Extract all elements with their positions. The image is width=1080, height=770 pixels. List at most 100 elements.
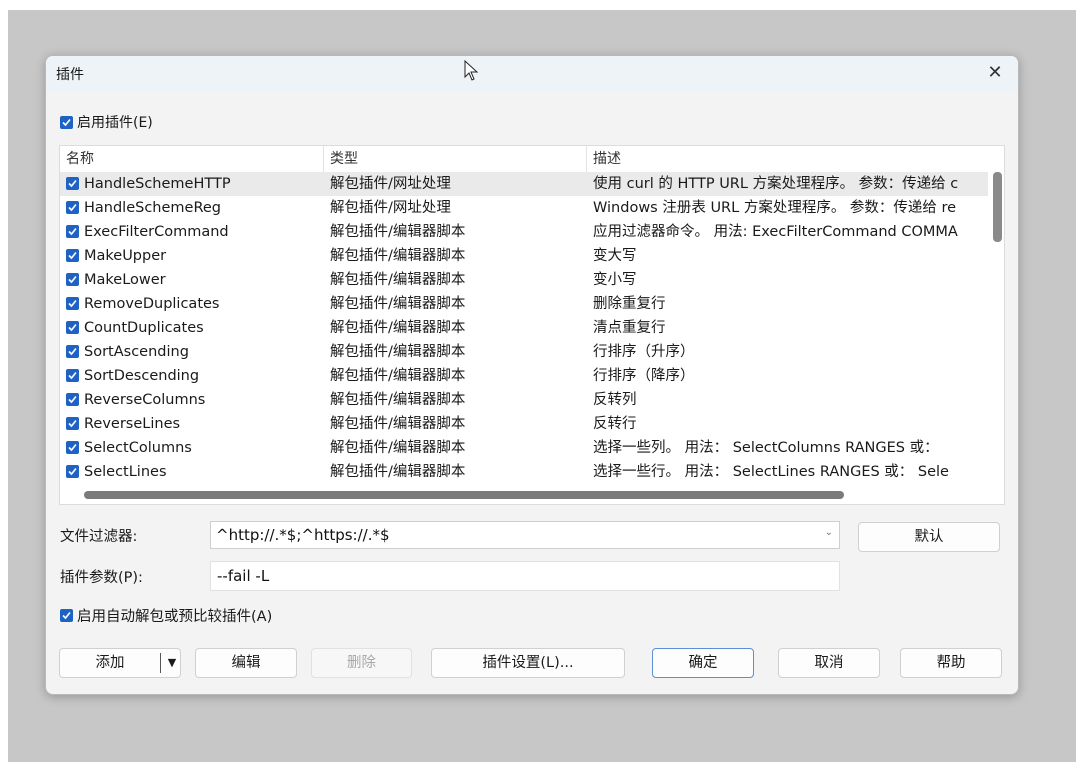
cancel-button[interactable]: 取消 bbox=[778, 648, 880, 678]
plugin-name-cell[interactable]: MakeLower bbox=[66, 268, 322, 292]
plugin-name-cell[interactable]: HandleSchemeReg bbox=[66, 196, 322, 220]
list-item[interactable]: CountDuplicates 解包插件/编辑器脚本 清点重复行 bbox=[60, 316, 988, 340]
plugin-type: 解包插件/编辑器脚本 bbox=[330, 224, 466, 240]
plugin-description: 变大写 bbox=[593, 248, 637, 264]
title-bar: 插件 ✕ bbox=[46, 56, 1018, 92]
plugin-list[interactable]: 名称 类型 描述 HandleSchemeHTTP 解包插件/网址处理 使用 cur… bbox=[59, 145, 1005, 505]
split-divider bbox=[160, 653, 161, 673]
plugin-description: 变小写 bbox=[593, 272, 637, 288]
file-filter-combobox[interactable]: ^http://.*$;^https://.*$ ⌄ bbox=[210, 521, 840, 549]
plugin-name-cell[interactable]: MakeUpper bbox=[66, 244, 322, 268]
vertical-scroll-thumb[interactable] bbox=[993, 172, 1002, 242]
checkbox-checked-icon[interactable] bbox=[66, 224, 79, 238]
plugin-name: HandleSchemeHTTP bbox=[84, 176, 231, 192]
list-item[interactable]: RemoveDuplicates 解包插件/编辑器脚本 删除重复行 bbox=[60, 292, 988, 316]
list-item[interactable]: ReverseColumns 解包插件/编辑器脚本 反转列 bbox=[60, 388, 988, 412]
checkbox-checked-icon[interactable] bbox=[60, 115, 73, 129]
dialog-title: 插件 bbox=[56, 67, 84, 83]
checkbox-checked-icon[interactable] bbox=[66, 272, 79, 286]
list-item[interactable]: MakeUpper 解包插件/编辑器脚本 变大写 bbox=[60, 244, 988, 268]
list-item[interactable]: ReverseLines 解包插件/编辑器脚本 反转行 bbox=[60, 412, 988, 436]
checkbox-checked-icon[interactable] bbox=[60, 609, 73, 622]
checkbox-checked-icon[interactable] bbox=[66, 320, 79, 334]
plugin-description: 应用过滤器命令。 用法: ExecFilterCommand COMMA bbox=[593, 224, 958, 240]
plugin-description: 清点重复行 bbox=[593, 320, 666, 336]
plugin-name: RemoveDuplicates bbox=[84, 296, 220, 312]
list-item[interactable]: ExecFilterCommand 解包插件/编辑器脚本 应用过滤器命令。 用法: … bbox=[60, 220, 988, 244]
plugin-type: 解包插件/编辑器脚本 bbox=[330, 392, 466, 408]
plugin-description: 行排序（升序） bbox=[593, 344, 695, 360]
column-header-name[interactable]: 名称 bbox=[60, 146, 324, 172]
help-button[interactable]: 帮助 bbox=[900, 648, 1002, 678]
plugin-name-cell[interactable]: HandleSchemeHTTP bbox=[66, 172, 322, 196]
column-header-type[interactable]: 类型 bbox=[324, 146, 587, 172]
list-item[interactable]: SortAscending 解包插件/编辑器脚本 行排序（升序） bbox=[60, 340, 988, 364]
file-filter-value[interactable]: ^http://.*$;^https://.*$ bbox=[216, 526, 390, 544]
checkbox-checked-icon[interactable] bbox=[66, 176, 79, 190]
plugin-type: 解包插件/编辑器脚本 bbox=[330, 440, 466, 456]
plugin-name: ReverseColumns bbox=[84, 392, 206, 408]
delete-button[interactable]: 删除 bbox=[311, 648, 412, 678]
column-header-description[interactable]: 描述 bbox=[587, 146, 988, 172]
add-split-button[interactable]: 添加 ▼ bbox=[59, 648, 181, 678]
checkbox-checked-icon[interactable] bbox=[66, 440, 79, 454]
file-filter-label: 文件过滤器: bbox=[60, 529, 138, 545]
dropdown-arrow-icon[interactable]: ▼ bbox=[163, 649, 181, 677]
checkbox-checked-icon[interactable] bbox=[66, 248, 79, 262]
auto-unpack-checkbox[interactable]: 启用自动解包或预比较插件(A) bbox=[60, 605, 272, 626]
plugin-name-cell[interactable]: SortAscending bbox=[66, 340, 322, 364]
chevron-down-icon[interactable]: ⌄ bbox=[825, 527, 833, 538]
list-item[interactable]: SelectColumns 解包插件/编辑器脚本 选择一些列。 用法： Select… bbox=[60, 436, 988, 460]
plugin-name-cell[interactable]: SortDescending bbox=[66, 364, 322, 388]
close-icon[interactable]: ✕ bbox=[984, 62, 1006, 84]
list-item[interactable]: SelectLines 解包插件/编辑器脚本 选择一些行。 用法： SelectLi… bbox=[60, 460, 988, 484]
plugin-name-cell[interactable]: ReverseLines bbox=[66, 412, 322, 436]
horizontal-scrollbar[interactable] bbox=[60, 486, 988, 504]
checkbox-checked-icon[interactable] bbox=[66, 416, 79, 430]
plugin-type: 解包插件/网址处理 bbox=[330, 176, 451, 192]
plugins-dialog: 插件 ✕ 启用插件(E) 名称 类型 描述 HandleSchemeHTTP 解包… bbox=[45, 55, 1019, 695]
list-item[interactable]: HandleSchemeHTTP 解包插件/网址处理 使用 curl 的 HTTP … bbox=[60, 172, 988, 196]
checkbox-checked-icon[interactable] bbox=[66, 296, 79, 310]
plugin-description: 选择一些列。 用法： SelectColumns RANGES 或： bbox=[593, 440, 939, 456]
plugin-name-cell[interactable]: SelectLines bbox=[66, 460, 322, 484]
enable-plugins-label: 启用插件(E) bbox=[77, 115, 153, 131]
checkbox-checked-icon[interactable] bbox=[66, 368, 79, 382]
edit-button[interactable]: 编辑 bbox=[195, 648, 297, 678]
auto-unpack-label: 启用自动解包或预比较插件(A) bbox=[77, 609, 273, 625]
plugin-name-cell[interactable]: RemoveDuplicates bbox=[66, 292, 322, 316]
plugin-name-cell[interactable]: SelectColumns bbox=[66, 436, 322, 460]
plugin-description: 删除重复行 bbox=[593, 296, 666, 312]
plugin-type: 解包插件/编辑器脚本 bbox=[330, 320, 466, 336]
default-button[interactable]: 默认 bbox=[858, 522, 1000, 552]
list-item[interactable]: MakeLower 解包插件/编辑器脚本 变小写 bbox=[60, 268, 988, 292]
plugin-settings-button[interactable]: 插件设置(L)... bbox=[431, 648, 625, 678]
plugin-type: 解包插件/编辑器脚本 bbox=[330, 464, 466, 480]
ok-button[interactable]: 确定 bbox=[652, 648, 754, 678]
enable-plugins-checkbox[interactable]: 启用插件(E) bbox=[60, 112, 153, 132]
plugin-type: 解包插件/编辑器脚本 bbox=[330, 248, 466, 264]
list-item[interactable]: HandleSchemeReg 解包插件/网址处理 Windows 注册表 URL … bbox=[60, 196, 988, 220]
plugin-name: ExecFilterCommand bbox=[84, 224, 229, 240]
plugin-name: HandleSchemeReg bbox=[84, 200, 222, 216]
list-item[interactable]: SortDescending 解包插件/编辑器脚本 行排序（降序） bbox=[60, 364, 988, 388]
plugin-description: 使用 curl 的 HTTP URL 方案处理程序。 参数：传递给 c bbox=[593, 176, 959, 192]
plugin-type: 解包插件/编辑器脚本 bbox=[330, 416, 466, 432]
plugin-name-cell[interactable]: ExecFilterCommand bbox=[66, 220, 322, 244]
checkbox-checked-icon[interactable] bbox=[66, 344, 79, 358]
plugin-name-cell[interactable]: ReverseColumns bbox=[66, 388, 322, 412]
vertical-scrollbar[interactable] bbox=[991, 172, 1003, 484]
checkbox-checked-icon[interactable] bbox=[66, 464, 79, 478]
add-button-label[interactable]: 添加 bbox=[60, 649, 160, 677]
plugin-type: 解包插件/网址处理 bbox=[330, 200, 451, 216]
checkbox-checked-icon[interactable] bbox=[66, 200, 79, 214]
plugin-type: 解包插件/编辑器脚本 bbox=[330, 368, 466, 384]
plugin-name-cell[interactable]: CountDuplicates bbox=[66, 316, 322, 340]
plugin-description: 反转行 bbox=[593, 416, 637, 432]
plugin-rows: HandleSchemeHTTP 解包插件/网址处理 使用 curl 的 HTTP … bbox=[60, 172, 988, 484]
horizontal-scroll-thumb[interactable] bbox=[84, 491, 844, 499]
plugin-name: SortDescending bbox=[84, 368, 200, 384]
plugin-name: MakeLower bbox=[84, 272, 166, 288]
checkbox-checked-icon[interactable] bbox=[66, 392, 79, 406]
plugin-params-input[interactable] bbox=[210, 561, 840, 591]
